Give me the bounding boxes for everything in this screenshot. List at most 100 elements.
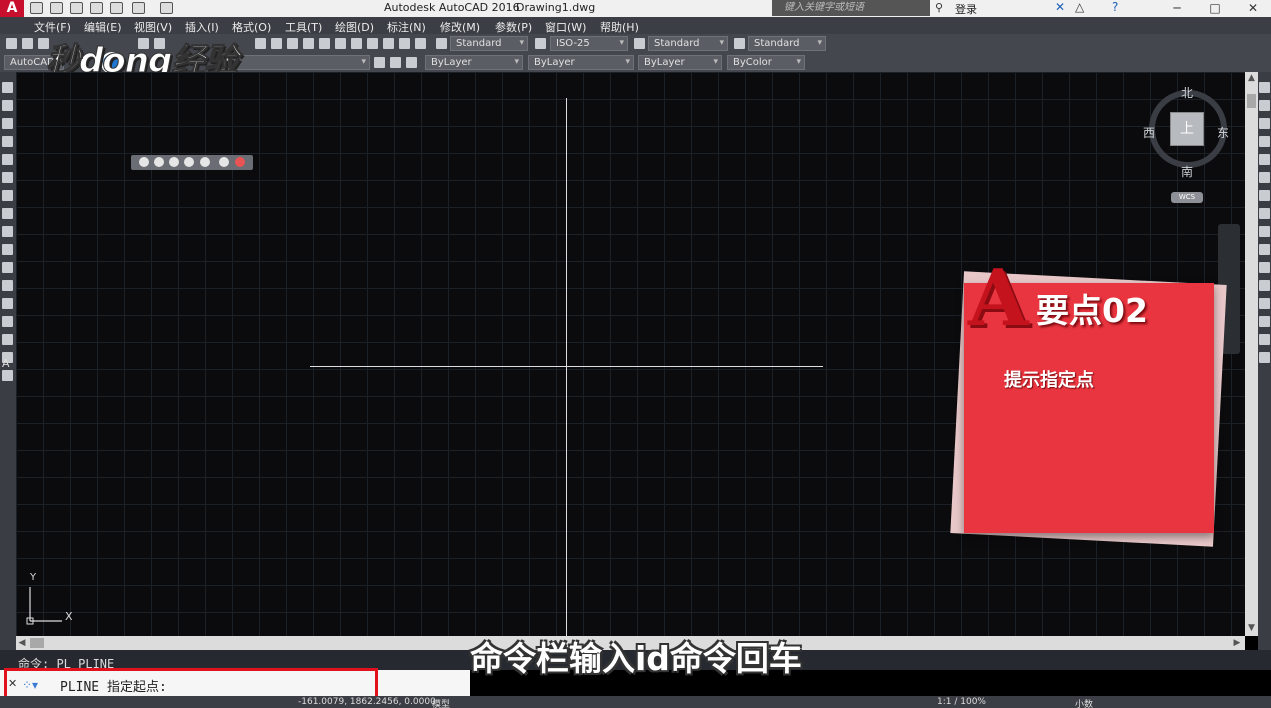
move-icon[interactable] <box>1259 172 1270 183</box>
compass-west[interactable]: 西 <box>1143 124 1155 141</box>
top-view-icon[interactable] <box>139 157 149 167</box>
maximize-icon[interactable]: □ <box>1196 0 1234 16</box>
annotation-scale[interactable]: 1:1 / 100% <box>937 697 986 707</box>
menu-dimension[interactable]: 标注(N) <box>387 19 426 35</box>
menu-modify[interactable]: 修改(M) <box>440 19 480 35</box>
fillet-icon[interactable] <box>1259 334 1270 345</box>
autocad-logo-icon[interactable]: A <box>0 0 24 17</box>
ellipse-icon[interactable] <box>2 244 13 255</box>
color-select[interactable]: ByLayer <box>425 55 523 70</box>
scroll-up-icon[interactable]: ▲ <box>1245 72 1258 84</box>
left-view-icon[interactable] <box>169 157 179 167</box>
search-input[interactable]: 键入关键字或短语 <box>772 0 930 16</box>
compass-north[interactable]: 北 <box>1181 84 1193 101</box>
print-icon[interactable] <box>110 2 123 14</box>
revision-cloud-icon[interactable] <box>2 208 13 219</box>
open-file-icon[interactable] <box>50 2 63 14</box>
front-view-icon[interactable] <box>200 157 210 167</box>
tool-palettes-icon[interactable] <box>351 38 362 49</box>
design-center-icon[interactable] <box>335 38 346 49</box>
layer-previous-icon[interactable] <box>390 57 401 68</box>
units-select[interactable]: 小数 <box>1075 697 1093 708</box>
lineweight-select[interactable]: ByLayer <box>638 55 722 70</box>
binoculars-icon[interactable]: ⚲ <box>935 1 943 14</box>
make-block-icon[interactable] <box>2 280 13 291</box>
spline-icon[interactable] <box>2 226 13 237</box>
line-icon[interactable] <box>2 82 13 93</box>
zoom-realtime-icon[interactable] <box>271 38 282 49</box>
layer-current-icon[interactable] <box>374 57 385 68</box>
scroll-right-icon[interactable]: ▶ <box>1231 637 1243 649</box>
zoom-previous-icon[interactable] <box>303 38 314 49</box>
trim-icon[interactable] <box>1259 244 1270 255</box>
calculator-icon[interactable] <box>399 38 410 49</box>
mleader-style-select[interactable]: Standard <box>748 36 826 51</box>
break-icon[interactable] <box>1259 280 1270 291</box>
layer-state-icon[interactable] <box>406 57 417 68</box>
extend-icon[interactable] <box>1259 262 1270 273</box>
polyline-icon[interactable] <box>2 118 13 129</box>
stretch-icon[interactable] <box>1259 226 1270 237</box>
iso-view-icon[interactable] <box>219 157 229 167</box>
compass-east[interactable]: 东 <box>1217 124 1229 141</box>
dim-style-select[interactable]: ISO-25 <box>550 36 628 51</box>
open-icon[interactable] <box>22 38 33 49</box>
login-button[interactable]: 登录 <box>955 1 977 17</box>
exchange-icon[interactable]: ✕ <box>1055 0 1065 14</box>
help-icon[interactable]: ? <box>1112 0 1118 14</box>
arc-icon[interactable] <box>2 172 13 183</box>
linetype-select[interactable]: ByLayer <box>528 55 634 70</box>
menu-help[interactable]: 帮助(H) <box>600 19 639 35</box>
erase-icon[interactable] <box>1259 82 1270 93</box>
table-icon[interactable] <box>2 370 13 381</box>
vertical-scroll-thumb[interactable] <box>1247 94 1256 108</box>
table-style-select[interactable]: Standard <box>648 36 728 51</box>
text-style-select[interactable]: Standard <box>450 36 528 51</box>
zoom-window-icon[interactable] <box>287 38 298 49</box>
menu-window[interactable]: 窗口(W) <box>545 19 586 35</box>
bottom-view-icon[interactable] <box>154 157 164 167</box>
minimize-icon[interactable]: ─ <box>1158 0 1196 16</box>
account-icon[interactable]: △ <box>1075 0 1084 14</box>
camera-icon[interactable] <box>235 157 245 167</box>
chamfer-icon[interactable] <box>1259 316 1270 327</box>
horizontal-scroll-thumb[interactable] <box>30 638 44 648</box>
menu-format[interactable]: 格式(O) <box>232 19 271 35</box>
explode-icon[interactable] <box>1259 352 1270 363</box>
hatch-icon[interactable] <box>2 316 13 327</box>
undo-icon[interactable] <box>132 2 145 14</box>
point-icon[interactable] <box>2 298 13 309</box>
menu-parametric[interactable]: 参数(P) <box>495 19 532 35</box>
menu-draw[interactable]: 绘图(D) <box>335 19 374 35</box>
vertical-scrollbar[interactable]: ▲ ▼ <box>1245 72 1258 636</box>
multiline-text-icon[interactable]: A <box>2 357 10 370</box>
offset-icon[interactable] <box>1259 136 1270 147</box>
model-button[interactable]: 模型 <box>432 697 450 708</box>
scale-icon[interactable] <box>1259 208 1270 219</box>
scroll-left-icon[interactable]: ◀ <box>16 637 28 649</box>
menu-tools[interactable]: 工具(T) <box>285 19 322 35</box>
layer-select[interactable]: 0 <box>220 55 370 70</box>
plotstyle-select[interactable]: ByColor <box>727 55 805 70</box>
new-icon[interactable] <box>6 38 17 49</box>
pan-icon[interactable] <box>255 38 266 49</box>
compass-south[interactable]: 南 <box>1181 163 1193 180</box>
array-icon[interactable] <box>1259 154 1270 165</box>
viewcube-top-face[interactable]: 上 <box>1170 112 1204 146</box>
close-icon[interactable]: ✕ <box>1234 0 1271 16</box>
rectangle-icon[interactable] <box>2 154 13 165</box>
scroll-down-icon[interactable]: ▼ <box>1245 622 1258 634</box>
help-icon[interactable] <box>415 38 426 49</box>
right-view-icon[interactable] <box>184 157 194 167</box>
save-as-icon[interactable] <box>90 2 103 14</box>
polygon-icon[interactable] <box>2 136 13 147</box>
markup-icon[interactable] <box>383 38 394 49</box>
sheet-set-icon[interactable] <box>367 38 378 49</box>
copy-object-icon[interactable] <box>1259 100 1270 111</box>
insert-block-icon[interactable] <box>2 262 13 273</box>
redo-icon[interactable] <box>160 2 173 14</box>
circle-icon[interactable] <box>2 190 13 201</box>
construction-line-icon[interactable] <box>2 100 13 111</box>
save-icon[interactable] <box>70 2 83 14</box>
wcs-menu[interactable]: WCS <box>1171 192 1203 203</box>
